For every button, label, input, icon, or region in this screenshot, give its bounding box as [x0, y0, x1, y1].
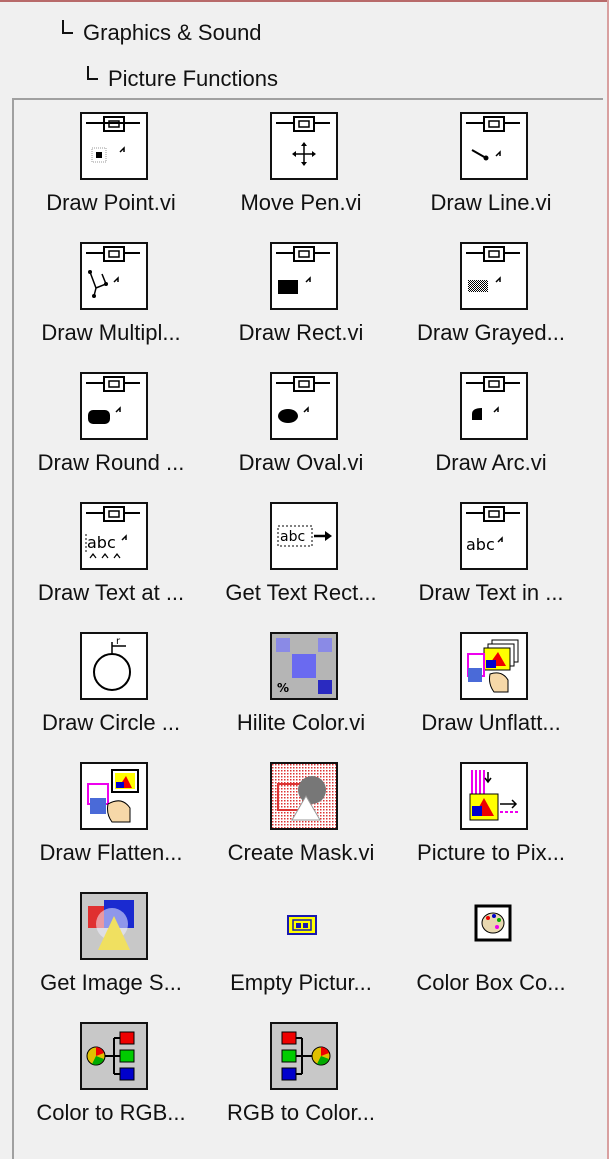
palette-item-label: Move Pen.vi	[240, 190, 362, 215]
draw-flattened-pixmap-icon	[80, 762, 148, 830]
palette-item-label: Draw Arc.vi	[435, 450, 547, 475]
empty-picture-icon	[270, 892, 338, 960]
get-image-subset-icon	[80, 892, 148, 960]
palette-item-get-text-rect[interactable]: abc Get Text Rect...	[206, 492, 396, 620]
breadcrumb: Graphics & Sound Picture Functions	[0, 0, 609, 96]
palette-item-draw-grayed-rect[interactable]: Draw Grayed...	[396, 232, 586, 360]
draw-text-at-point-icon: abc	[80, 502, 148, 570]
palette-item-draw-multiple-lines[interactable]: Draw Multipl...	[16, 232, 206, 360]
palette-item-label: Hilite Color.vi	[236, 710, 366, 735]
palette-item-draw-unflattened-pixmap[interactable]: Draw Unflatt...	[396, 622, 586, 750]
palette-item-draw-oval[interactable]: Draw Oval.vi	[206, 362, 396, 490]
create-mask-icon	[270, 762, 338, 830]
palette-item-label: Draw Oval.vi	[238, 450, 364, 475]
palette-item-label: Create Mask.vi	[227, 840, 375, 865]
palette-item-move-pen[interactable]: Move Pen.vi	[206, 102, 396, 230]
palette-item-label: Picture to Pix...	[417, 840, 565, 865]
color-box-constant-icon	[460, 892, 528, 960]
draw-arc-icon	[460, 372, 528, 440]
palette-item-label: Draw Round ...	[37, 450, 185, 475]
palette-item-color-to-rgb[interactable]: Color to RGB...	[16, 1012, 206, 1140]
palette-item-label: Draw Grayed...	[417, 320, 565, 345]
palette-item-draw-round-rect[interactable]: Draw Round ...	[16, 362, 206, 490]
svg-text:%: %	[277, 681, 289, 695]
svg-text:abc: abc	[466, 535, 495, 554]
tree-corner-icon	[87, 66, 98, 80]
palette-item-label: Draw Flatten...	[39, 840, 183, 865]
hilite-color-icon: %	[270, 632, 338, 700]
palette-item-label: RGB to Color...	[227, 1100, 375, 1125]
draw-multiple-lines-icon	[80, 242, 148, 310]
palette-item-picture-to-pixmap[interactable]: Picture to Pix...	[396, 752, 586, 880]
palette-item-draw-flattened-pixmap[interactable]: Draw Flatten...	[16, 752, 206, 880]
palette-item-empty-picture[interactable]: Empty Pictur...	[206, 882, 396, 1010]
draw-grayed-rect-icon	[460, 242, 528, 310]
tree-corner-icon	[62, 20, 73, 34]
color-to-rgb-icon	[80, 1022, 148, 1090]
palette-item-label: Draw Circle ...	[41, 710, 181, 735]
breadcrumb-graphics-and-sound[interactable]: Graphics & Sound	[62, 20, 262, 46]
palette-item-draw-line[interactable]: Draw Line.vi	[396, 102, 586, 230]
palette-item-rgb-to-color[interactable]: RGB to Color...	[206, 1012, 396, 1140]
palette-item-label: Get Image S...	[40, 970, 182, 995]
palette-item-create-mask[interactable]: Create Mask.vi	[206, 752, 396, 880]
draw-line-icon	[460, 112, 528, 180]
palette-item-label: Color Box Co...	[416, 970, 566, 995]
palette-item-label: Draw Rect.vi	[238, 320, 364, 345]
draw-text-in-rect-icon: abc	[460, 502, 528, 570]
move-pen-icon	[270, 112, 338, 180]
picture-to-pixmap-icon	[460, 762, 528, 830]
palette-item-draw-arc[interactable]: Draw Arc.vi	[396, 362, 586, 490]
palette-item-label: Draw Text in ...	[418, 580, 564, 605]
breadcrumb-label: Picture Functions	[108, 66, 278, 91]
palette-item-draw-point[interactable]: Draw Point.vi	[16, 102, 206, 230]
palette-item-label: Color to RGB...	[36, 1100, 186, 1125]
draw-round-rect-icon	[80, 372, 148, 440]
palette-item-label: Draw Point.vi	[46, 190, 176, 215]
get-text-rect-icon: abc	[270, 502, 338, 570]
draw-unflattened-pixmap-icon	[460, 632, 528, 700]
palette-item-draw-circle[interactable]: r Draw Circle ...	[16, 622, 206, 750]
rgb-to-color-icon	[270, 1022, 338, 1090]
palette-item-label: Get Text Rect...	[225, 580, 377, 605]
palette-item-draw-text-in-rect[interactable]: abc Draw Text in ...	[396, 492, 586, 620]
breadcrumb-label: Graphics & Sound	[83, 20, 262, 45]
draw-circle-icon: r	[80, 632, 148, 700]
palette-item-label: Draw Unflatt...	[421, 710, 561, 735]
svg-text:abc: abc	[87, 533, 116, 552]
palette-item-get-image-subset[interactable]: Get Image S...	[16, 882, 206, 1010]
palette-item-label: Draw Text at ...	[37, 580, 185, 605]
palette-item-draw-text-at-point[interactable]: abc Draw Text at ...	[16, 492, 206, 620]
palette-item-hilite-color[interactable]: % Hilite Color.vi	[206, 622, 396, 750]
palette-item-draw-rect[interactable]: Draw Rect.vi	[206, 232, 396, 360]
palette-item-label: Empty Pictur...	[230, 970, 372, 995]
palette-item-label: Draw Multipl...	[41, 320, 181, 345]
draw-rect-icon	[270, 242, 338, 310]
draw-point-icon	[80, 112, 148, 180]
palette-item-label: Draw Line.vi	[430, 190, 552, 215]
function-palette: Draw Point.vi Move Pen.vi Draw Line.vi D…	[12, 98, 603, 1159]
breadcrumb-picture-functions[interactable]: Picture Functions	[87, 66, 278, 92]
draw-oval-icon	[270, 372, 338, 440]
palette-item-color-box-constant[interactable]: Color Box Co...	[396, 882, 586, 1010]
svg-text:abc: abc	[280, 529, 305, 545]
